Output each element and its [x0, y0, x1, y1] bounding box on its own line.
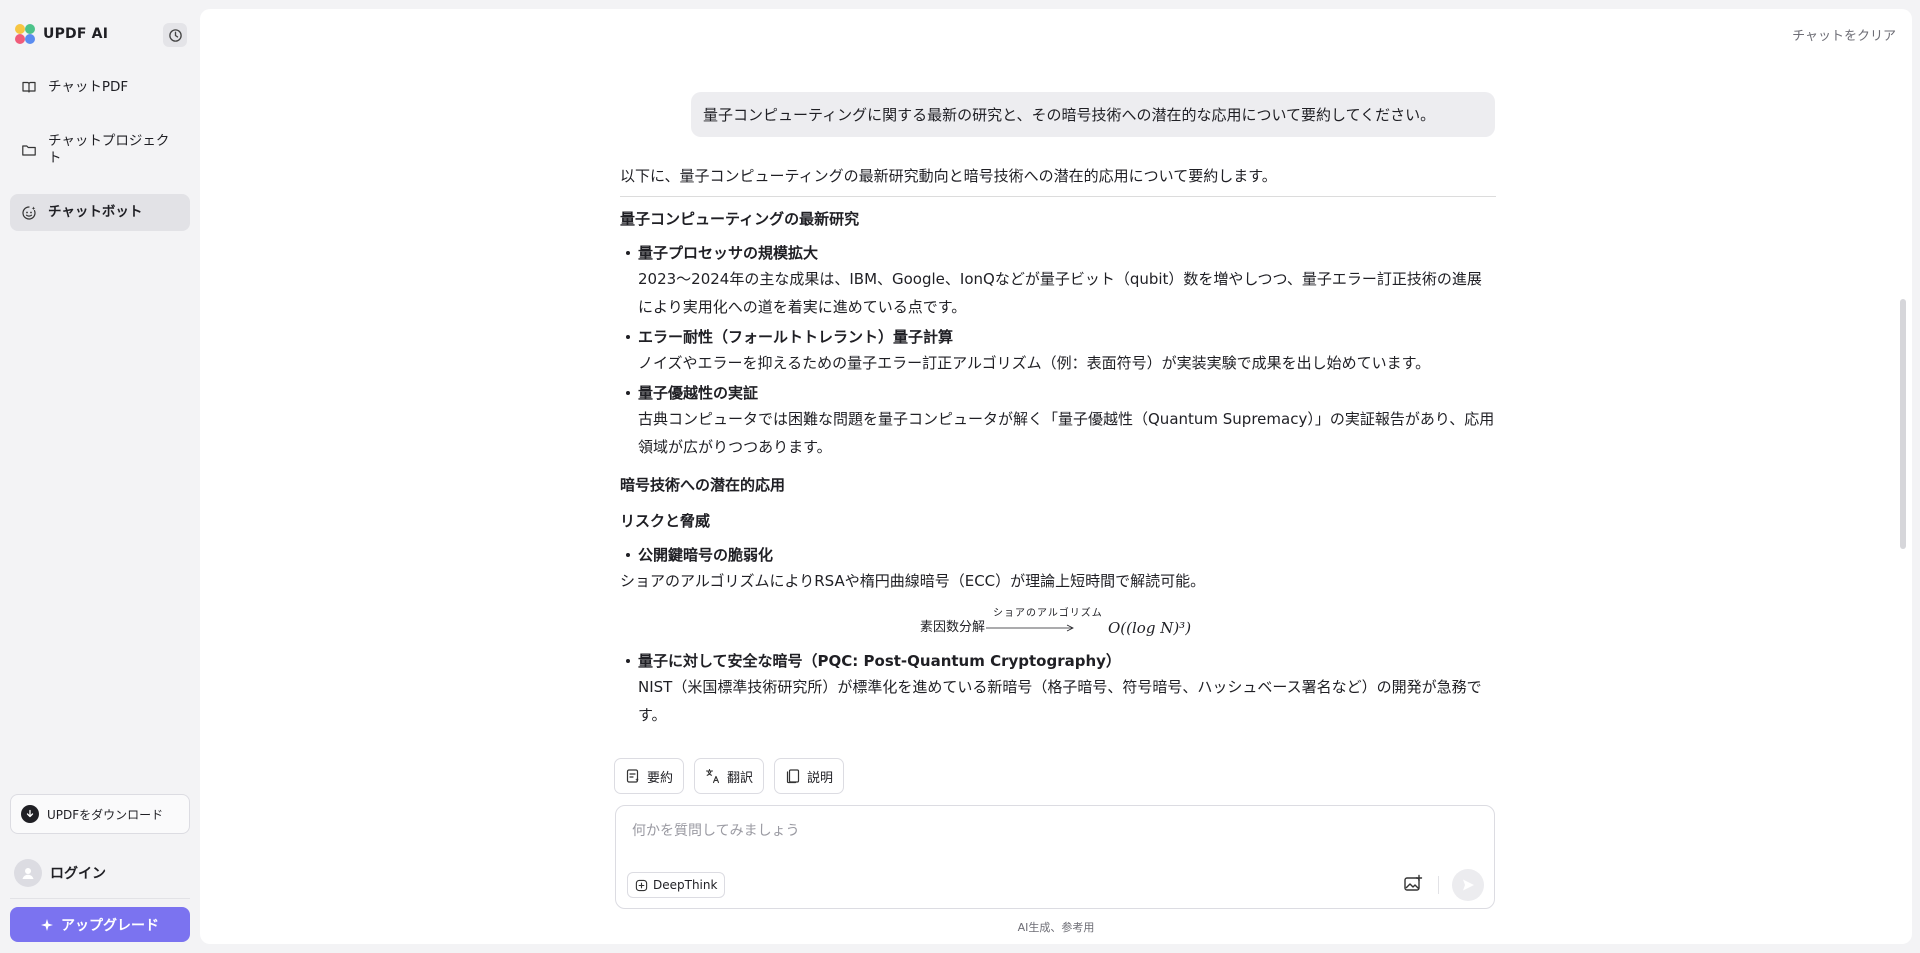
list-item-body: ノイズやエラーを抑えるための量子エラー訂正アルゴリズム（例：表面符号）が実装実験… — [638, 354, 1431, 372]
list-item-body: 2023～2024年の主な成果は、IBM、Google、IonQなどが量子ビット… — [638, 270, 1482, 316]
chat-input[interactable] — [632, 820, 1472, 842]
brand[interactable]: UPDF AI — [15, 22, 108, 46]
login-button[interactable]: ログイン — [14, 859, 106, 887]
translate-label: 翻訳 — [727, 770, 754, 786]
chat-panel: チャットをクリア 量子コンピューティングに関する最新の研究と、その暗号技術への潜… — [200, 9, 1912, 944]
bot-icon — [20, 204, 38, 222]
sidebar: UPDF AI チャットPDF チャットプロジェクト チャットボット UPDFを… — [0, 0, 198, 953]
image-upload-icon — [1404, 874, 1423, 891]
assistant-answer: 以下に、量子コンピューティングの最新研究動向と暗号技術への潜在的応用について要約… — [620, 164, 1496, 748]
list-item-title: 公開鍵暗号の脆弱化 — [638, 546, 774, 564]
sidebar-item-chat-project[interactable]: チャットプロジェクト — [10, 129, 190, 171]
download-icon — [21, 805, 39, 823]
list-item-body: 古典コンピュータでは困難な問題を量子コンピュータが解く「量子優越性（Quantu… — [638, 410, 1495, 456]
bullet-dot — [626, 553, 630, 557]
explain-label: 説明 — [807, 770, 834, 786]
user-message-text: 量子コンピューティングに関する最新の研究と、その暗号技術への潜在的な応用について… — [703, 106, 1436, 124]
summary-icon — [626, 769, 639, 783]
upgrade-label: アップグレード — [61, 917, 159, 934]
list-item-title: 量子に対して安全な暗号（PQC: Post-Quantum Cryptograp… — [638, 652, 1121, 670]
sparkle-icon — [41, 918, 53, 931]
sidebar-item-label: チャットPDF — [48, 78, 129, 95]
section-heading: リスクと脅威 — [620, 512, 711, 530]
composer: DeepThink — [615, 805, 1495, 909]
list-item-title: 量子プロセッサの規模拡大 — [638, 244, 819, 262]
deepthink-icon — [635, 879, 648, 891]
explain-icon — [786, 769, 800, 784]
bullet-dot — [626, 391, 630, 395]
bullet-dot — [626, 251, 630, 255]
scrollbar[interactable] — [1900, 299, 1906, 549]
translate-icon — [705, 768, 720, 784]
translate-button[interactable]: 翻訳 — [694, 758, 765, 794]
user-icon — [22, 868, 34, 879]
summary-label: 要約 — [647, 770, 674, 786]
list-item-title: 量子優越性の実証 — [638, 384, 759, 402]
sidebar-item-chat-pdf[interactable]: チャットPDF — [10, 74, 190, 100]
list-item-body: ショアのアルゴリズムによりRSAや楕円曲線暗号（ECC）が理論上短時間で解読可能… — [620, 572, 1206, 590]
ai-disclaimer: AI生成、参考用 — [1017, 921, 1095, 934]
list-item-title: エラー耐性（フォールトトレラント）量子計算 — [638, 328, 954, 346]
formula-arrow-label: ショアのアルゴリズム — [993, 606, 1103, 619]
clear-chat-button[interactable]: チャットをクリア — [1792, 25, 1896, 44]
deepthink-label: DeepThink — [653, 878, 718, 892]
explain-button[interactable]: 説明 — [774, 758, 845, 794]
list-item-body: NIST（米国標準技術研究所）が標準化を進めている新暗号（格子暗号、符号暗号、ハ… — [638, 678, 1482, 724]
brand-name: UPDF AI — [43, 26, 109, 42]
summary-button[interactable]: 要約 — [614, 758, 685, 794]
math-formula: 素因数分解 ショアのアルゴリズム O((log N)³) — [620, 599, 1496, 645]
quick-tools: 要約 翻訳 説明 — [614, 758, 845, 794]
list-item: 公開鍵暗号の脆弱化 ショアのアルゴリズムによりRSAや楕円曲線暗号（ECC）が理… — [620, 543, 1496, 595]
list-item: 量子に対して安全な暗号（PQC: Post-Quantum Cryptograp… — [620, 649, 1496, 729]
send-icon — [1463, 879, 1474, 891]
formula-left: 素因数分解 — [920, 620, 985, 635]
answer-intro: 以下に、量子コンピューティングの最新研究動向と暗号技術への潜在的応用について要約… — [620, 164, 1496, 197]
download-updf-button[interactable]: UPDFをダウンロード — [10, 794, 190, 834]
divider — [1438, 876, 1439, 894]
book-icon — [20, 78, 38, 96]
bullet-dot — [626, 335, 630, 339]
formula-right: O((log N)³) — [1108, 619, 1191, 637]
sidebar-item-chatbot[interactable]: チャットボット — [10, 194, 190, 231]
section-heading: 量子コンピューティングの最新研究 — [620, 210, 860, 228]
divider — [10, 898, 190, 899]
sidebar-item-label: チャットプロジェクト — [48, 133, 170, 166]
section-heading: 暗号技術への潜在的応用 — [620, 476, 786, 494]
bullet-dot — [626, 659, 630, 663]
image-upload-button[interactable] — [1401, 872, 1425, 896]
deepthink-toggle[interactable]: DeepThink — [627, 872, 726, 898]
history-icon — [168, 28, 182, 42]
list-item: 量子プロセッサの規模拡大 2023～2024年の主な成果は、IBM、Google… — [620, 241, 1496, 321]
chat-history-button[interactable] — [163, 23, 187, 47]
avatar — [14, 859, 42, 887]
download-label: UPDFをダウンロード — [47, 807, 164, 822]
formula-graphic: 素因数分解 ショアのアルゴリズム O((log N)³) — [920, 606, 1191, 637]
list-item: 量子優越性の実証 古典コンピュータでは困難な問題を量子コンピュータが解く「量子優… — [620, 381, 1496, 461]
upgrade-button[interactable]: アップグレード — [10, 907, 190, 942]
list-item: エラー耐性（フォールトトレラント）量子計算 ノイズやエラーを抑えるための量子エラ… — [620, 325, 1496, 377]
user-message: 量子コンピューティングに関する最新の研究と、その暗号技術への潜在的な応用について… — [691, 92, 1495, 137]
updf-logo-icon — [15, 24, 35, 44]
sidebar-item-label: チャットボット — [48, 204, 143, 220]
folder-icon — [20, 141, 38, 159]
send-button[interactable] — [1452, 869, 1484, 901]
login-label: ログイン — [50, 866, 106, 882]
